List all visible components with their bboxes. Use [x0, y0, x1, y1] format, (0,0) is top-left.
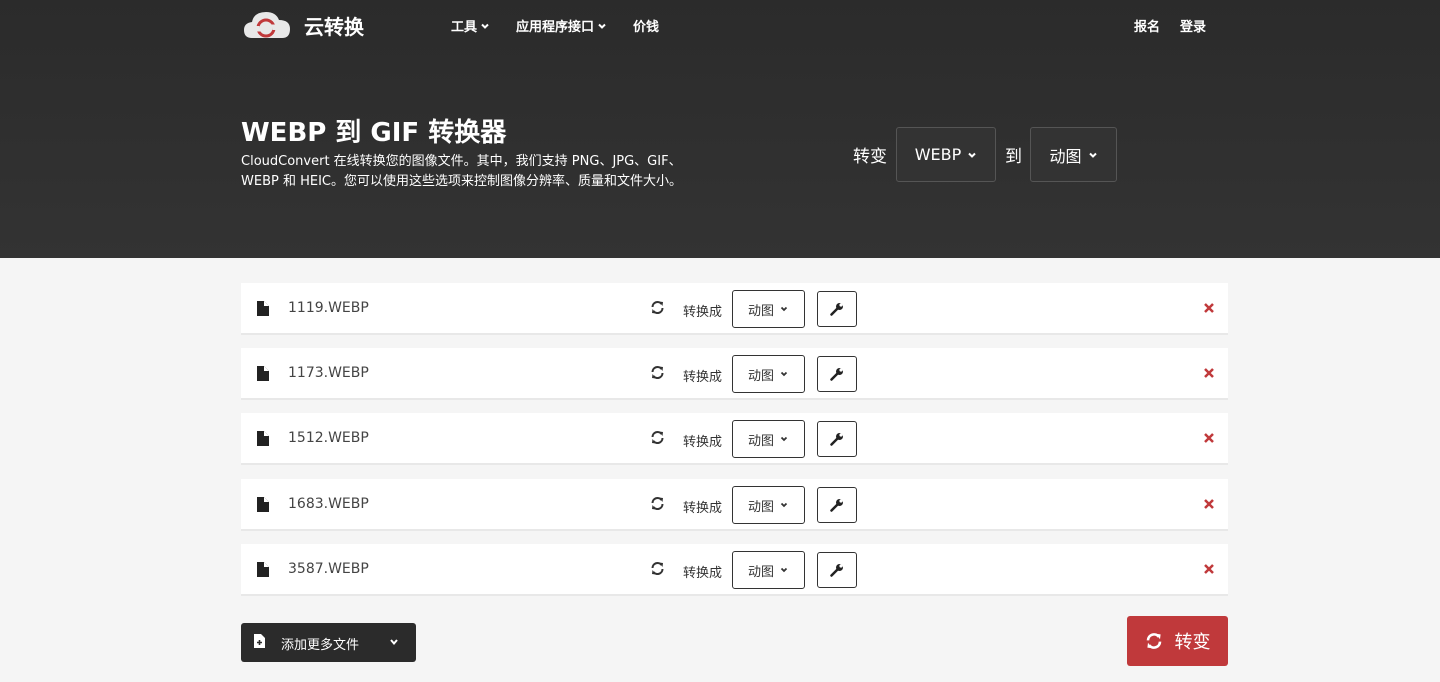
file-icon — [257, 366, 269, 381]
convert-label: 转变 — [853, 147, 887, 167]
chevron-down-icon — [968, 152, 976, 158]
settings-button[interactable] — [817, 552, 857, 588]
add-more-files-button[interactable]: 添加更多文件 — [241, 623, 416, 662]
chevron-down-icon — [780, 502, 788, 508]
from-format-select[interactable]: WEBP — [896, 127, 996, 182]
close-icon[interactable] — [1202, 431, 1216, 445]
file-row: 3587.WEBP 转换成 动图 — [241, 544, 1228, 596]
hero-banner: 云转换 工具 应用程序接口 价钱 报名 登录 WEBP 到 GIF 转换器 Cl… — [0, 0, 1440, 258]
file-add-icon — [254, 634, 265, 648]
nav-api[interactable]: 应用程序接口 — [516, 16, 607, 35]
add-more-files-label: 添加更多文件 — [281, 638, 360, 653]
chevron-down-icon — [780, 306, 788, 312]
chevron-down-icon — [481, 23, 489, 29]
signup-link[interactable]: 报名 — [1134, 16, 1160, 35]
format-select[interactable]: 动图 — [732, 486, 805, 524]
to-format-value: 动图 — [1049, 146, 1082, 166]
format-value: 动图 — [747, 499, 774, 515]
refresh-icon — [651, 431, 664, 444]
from-format-value: WEBP — [914, 145, 962, 164]
convert-to-label: 转换成 — [683, 370, 723, 385]
refresh-icon — [651, 497, 664, 510]
brand-name: 云转换 — [304, 14, 364, 39]
file-row: 1119.WEBP 转换成 动图 — [241, 283, 1228, 335]
file-icon — [257, 497, 269, 512]
format-value: 动图 — [747, 433, 774, 449]
file-icon — [257, 431, 269, 446]
login-link[interactable]: 登录 — [1180, 16, 1206, 35]
convert-to-label: 转换成 — [683, 305, 723, 320]
format-value: 动图 — [747, 303, 774, 319]
close-icon[interactable] — [1202, 301, 1216, 315]
file-icon — [257, 301, 269, 316]
file-name: 3587.WEBP — [288, 561, 369, 577]
nav-pricing[interactable]: 价钱 — [633, 16, 659, 35]
settings-button[interactable] — [817, 291, 857, 327]
nav-api-label: 应用程序接口 — [516, 20, 595, 35]
to-label: 到 — [1005, 147, 1022, 167]
file-row: 1173.WEBP 转换成 动图 — [241, 348, 1228, 400]
convert-to-label: 转换成 — [683, 435, 723, 450]
close-icon[interactable] — [1202, 497, 1216, 511]
settings-button[interactable] — [817, 421, 857, 457]
chevron-down-icon — [780, 567, 788, 573]
file-icon — [257, 562, 269, 577]
settings-button[interactable] — [817, 487, 857, 523]
nav-pricing-label: 价钱 — [633, 20, 660, 35]
convert-button[interactable]: 转变 — [1127, 616, 1228, 666]
format-value: 动图 — [747, 564, 774, 580]
wrench-icon — [830, 368, 843, 381]
refresh-icon — [651, 366, 664, 379]
convert-to-label: 转换成 — [683, 566, 723, 581]
refresh-icon — [1146, 633, 1161, 649]
to-format-select[interactable]: 动图 — [1030, 127, 1117, 182]
refresh-icon — [651, 301, 664, 314]
settings-button[interactable] — [817, 356, 857, 392]
format-value: 动图 — [747, 368, 774, 384]
close-icon[interactable] — [1202, 562, 1216, 576]
chevron-down-icon — [780, 371, 788, 377]
format-select[interactable]: 动图 — [732, 290, 805, 328]
file-row: 1683.WEBP 转换成 动图 — [241, 479, 1228, 531]
convert-button-label: 转变 — [1174, 632, 1211, 653]
page-title: WEBP 到 GIF 转换器 — [241, 118, 507, 148]
nav-tools[interactable]: 工具 — [451, 16, 490, 35]
chevron-down-icon — [780, 436, 788, 442]
file-name: 1119.WEBP — [288, 300, 369, 316]
file-row: 1512.WEBP 转换成 动图 — [241, 413, 1228, 465]
nav-tools-label: 工具 — [451, 20, 478, 35]
cloud-logo-icon — [244, 12, 290, 38]
wrench-icon — [830, 499, 843, 512]
file-name: 1512.WEBP — [288, 430, 369, 446]
refresh-icon — [651, 562, 664, 575]
convert-to-label: 转换成 — [683, 501, 723, 516]
close-icon[interactable] — [1202, 366, 1216, 380]
format-select[interactable]: 动图 — [732, 551, 805, 589]
file-name: 1683.WEBP — [288, 496, 369, 512]
wrench-icon — [830, 433, 843, 446]
file-name: 1173.WEBP — [288, 365, 369, 381]
account-nav: 报名 登录 — [1134, 16, 1206, 35]
chevron-down-icon — [598, 23, 606, 29]
logo[interactable]: 云转换 — [242, 8, 364, 42]
main-nav: 工具 应用程序接口 价钱 — [451, 16, 659, 35]
format-select[interactable]: 动图 — [732, 355, 805, 393]
format-select[interactable]: 动图 — [732, 420, 805, 458]
wrench-icon — [830, 303, 843, 316]
page-description: CloudConvert 在线转换您的图像文件。其中，我们支持 PNG、JPG、… — [241, 154, 682, 189]
chevron-down-icon — [1088, 152, 1097, 158]
chevron-down-icon — [390, 639, 398, 646]
wrench-icon — [830, 564, 843, 577]
